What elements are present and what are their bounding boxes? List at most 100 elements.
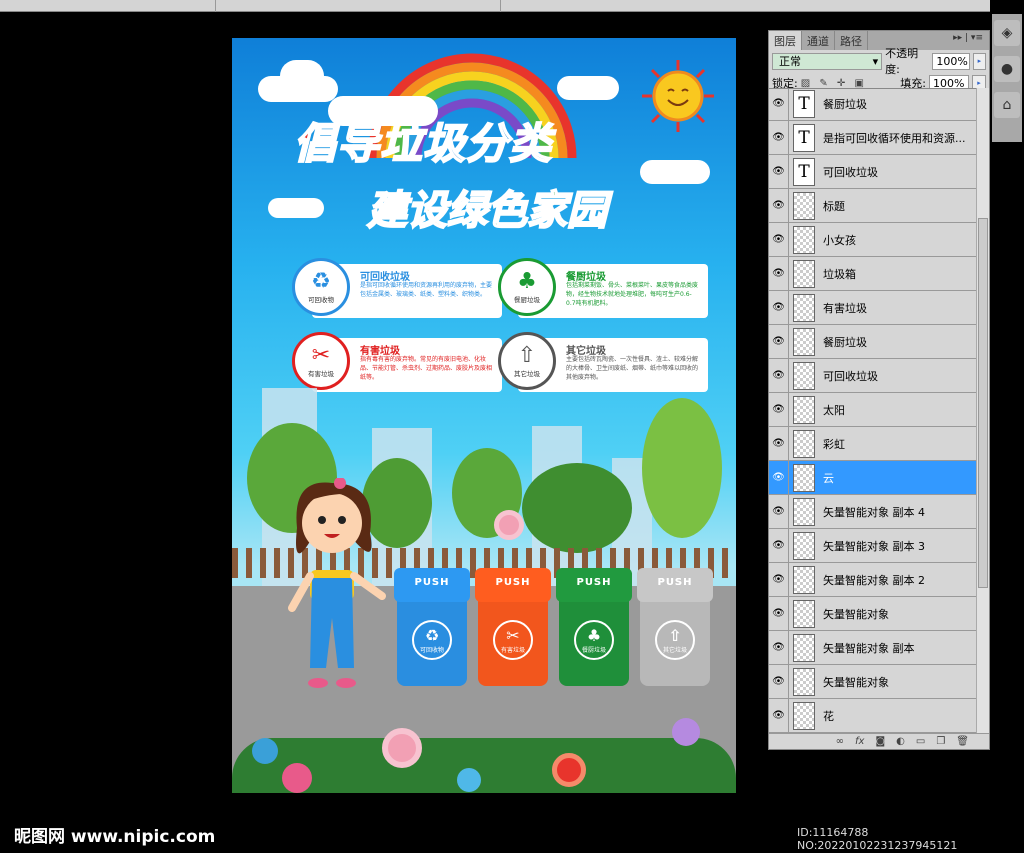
- tree: [642, 398, 722, 538]
- layer-row[interactable]: 👁 矢量智能对象 副本 4: [769, 495, 977, 529]
- layer-row[interactable]: 👁 T 餐厨垃圾: [769, 89, 977, 121]
- layer-thumbnail: [793, 327, 815, 356]
- panel-menu-icon[interactable]: ▸▸ | ▾≡: [947, 31, 989, 50]
- layer-name: 云: [823, 471, 834, 485]
- visibility-eye-icon[interactable]: 👁: [769, 665, 789, 698]
- visibility-eye-icon[interactable]: 👁: [769, 529, 789, 562]
- category-badge: ✂ 有害垃圾: [292, 332, 350, 390]
- layer-name: 可回收垃圾: [823, 165, 878, 179]
- new-layer-icon[interactable]: ❐: [936, 734, 945, 749]
- layer-thumbnail: [793, 701, 815, 730]
- visibility-eye-icon[interactable]: 👁: [769, 189, 789, 222]
- layer-thumbnail: [793, 463, 815, 492]
- visibility-eye-icon[interactable]: 👁: [769, 121, 789, 154]
- category-icon: ✂: [311, 343, 331, 368]
- bin-emblem: ⇧ 其它垃圾: [655, 620, 695, 660]
- layer-row[interactable]: 👁 太阳: [769, 393, 977, 427]
- text-layer-icon: T: [793, 89, 815, 118]
- visibility-eye-icon[interactable]: 👁: [769, 359, 789, 392]
- bin-label: 其它垃圾: [662, 647, 687, 654]
- channels-icon[interactable]: ●: [994, 56, 1020, 82]
- visibility-eye-icon[interactable]: 👁: [769, 563, 789, 596]
- layer-row[interactable]: 👁 花: [769, 699, 977, 733]
- bin-label: 餐厨垃圾: [581, 647, 606, 654]
- layer-row[interactable]: 👁 矢量智能对象 副本 3: [769, 529, 977, 563]
- tab-paths[interactable]: 路径: [835, 31, 868, 50]
- visibility-eye-icon[interactable]: 👁: [769, 257, 789, 290]
- layer-thumbnail: [793, 531, 815, 560]
- visibility-eye-icon[interactable]: 👁: [769, 427, 789, 460]
- poster-canvas[interactable]: 倡导垃圾分类 建设绿色家园 可回收垃圾 是指可回收循环使用和资源再利用的废弃物，…: [232, 38, 736, 793]
- panel-dock: ◈ ● ⌂: [992, 14, 1022, 142]
- adjustment-icon[interactable]: ◐: [896, 734, 905, 749]
- bin-lid-label: PUSH: [556, 568, 632, 602]
- trash-bin: PUSH ♻ 可回收物: [394, 568, 470, 686]
- category-icon: ⇧: [517, 343, 537, 368]
- layer-thumbnail: [793, 633, 815, 662]
- layer-row[interactable]: 👁 垃圾箱: [769, 257, 977, 291]
- bin-emblem: ♣ 餐厨垃圾: [574, 620, 614, 660]
- fx-icon[interactable]: fx: [855, 734, 864, 749]
- layer-row[interactable]: 👁 标题: [769, 189, 977, 223]
- layer-row[interactable]: 👁 矢量智能对象: [769, 665, 977, 699]
- category-icon: ♻: [311, 269, 331, 294]
- girl-illustration: [288, 478, 386, 688]
- layer-row[interactable]: 👁 彩虹: [769, 427, 977, 461]
- visibility-eye-icon[interactable]: 👁: [769, 393, 789, 426]
- blend-mode-select[interactable]: 正常: [772, 52, 883, 70]
- layers-icon[interactable]: ◈: [994, 20, 1020, 46]
- layer-row[interactable]: 👁 云: [769, 461, 977, 495]
- layer-name: 矢量智能对象 副本 2: [823, 573, 925, 587]
- layer-name: 垃圾箱: [823, 267, 856, 281]
- layer-row[interactable]: 👁 小女孩: [769, 223, 977, 257]
- layer-row[interactable]: 👁 餐厨垃圾: [769, 325, 977, 359]
- opacity-input[interactable]: 100%: [932, 52, 970, 70]
- layer-row[interactable]: 👁 T 可回收垃圾: [769, 155, 977, 189]
- bin-emblem: ✂ 有害垃圾: [493, 620, 533, 660]
- visibility-eye-icon[interactable]: 👁: [769, 89, 789, 120]
- visibility-eye-icon[interactable]: 👁: [769, 631, 789, 664]
- card-description: 主要包括砖瓦陶瓷、一次性餐具、渣土、较难分解的大棒骨、卫生间废纸、烟蒂、纸巾等难…: [566, 356, 699, 381]
- sun-icon: [642, 60, 714, 132]
- layers-scrollbar[interactable]: [976, 88, 989, 734]
- layer-thumbnail: [793, 293, 815, 322]
- tab-layers[interactable]: 图层: [769, 31, 802, 50]
- layer-thumbnail: [793, 667, 815, 696]
- visibility-eye-icon[interactable]: 👁: [769, 155, 789, 188]
- visibility-eye-icon[interactable]: 👁: [769, 495, 789, 528]
- layer-thumbnail: [793, 429, 815, 458]
- layer-name: 可回收垃圾: [823, 369, 878, 383]
- layer-row[interactable]: 👁 有害垃圾: [769, 291, 977, 325]
- category-badge: ♻ 可回收物: [292, 258, 350, 316]
- visibility-eye-icon[interactable]: 👁: [769, 461, 789, 494]
- bin-lid-label: PUSH: [475, 568, 551, 602]
- visibility-eye-icon[interactable]: 👁: [769, 699, 789, 732]
- opacity-label: 不透明度:: [885, 47, 919, 76]
- tab-channels[interactable]: 通道: [802, 31, 835, 50]
- layer-row[interactable]: 👁 矢量智能对象 副本 2: [769, 563, 977, 597]
- badge-label: 有害垃圾: [308, 370, 334, 378]
- visibility-eye-icon[interactable]: 👁: [769, 223, 789, 256]
- visibility-eye-icon[interactable]: 👁: [769, 325, 789, 358]
- mask-icon[interactable]: ◙: [875, 734, 885, 749]
- trash-icon[interactable]: 🗑: [956, 734, 969, 749]
- folder-icon[interactable]: ▭: [916, 734, 925, 749]
- layer-name: 彩虹: [823, 437, 845, 451]
- visibility-eye-icon[interactable]: 👁: [769, 291, 789, 324]
- opacity-slider-button[interactable]: ▸: [972, 52, 986, 70]
- layer-row[interactable]: 👁 可回收垃圾: [769, 359, 977, 393]
- visibility-eye-icon[interactable]: 👁: [769, 597, 789, 630]
- bin-emblem: ♻ 可回收物: [412, 620, 452, 660]
- layer-row[interactable]: 👁 T 是指可回收循环使用和资源...: [769, 121, 977, 155]
- layer-row[interactable]: 👁 矢量智能对象: [769, 597, 977, 631]
- layer-name: 矢量智能对象 副本: [823, 641, 915, 655]
- trash-bin: PUSH ✂ 有害垃圾: [475, 568, 551, 686]
- layer-thumbnail: [793, 395, 815, 424]
- layer-name: 是指可回收循环使用和资源...: [823, 131, 966, 145]
- flower: [494, 510, 524, 540]
- lock-icons[interactable]: ▨ ✎ ✛ ▣: [801, 78, 867, 89]
- link-icon[interactable]: ∞: [836, 734, 844, 749]
- layer-row[interactable]: 👁 矢量智能对象 副本: [769, 631, 977, 665]
- poster-title-line2: 建设绿色家园: [366, 187, 608, 235]
- paths-icon[interactable]: ⌂: [994, 92, 1020, 118]
